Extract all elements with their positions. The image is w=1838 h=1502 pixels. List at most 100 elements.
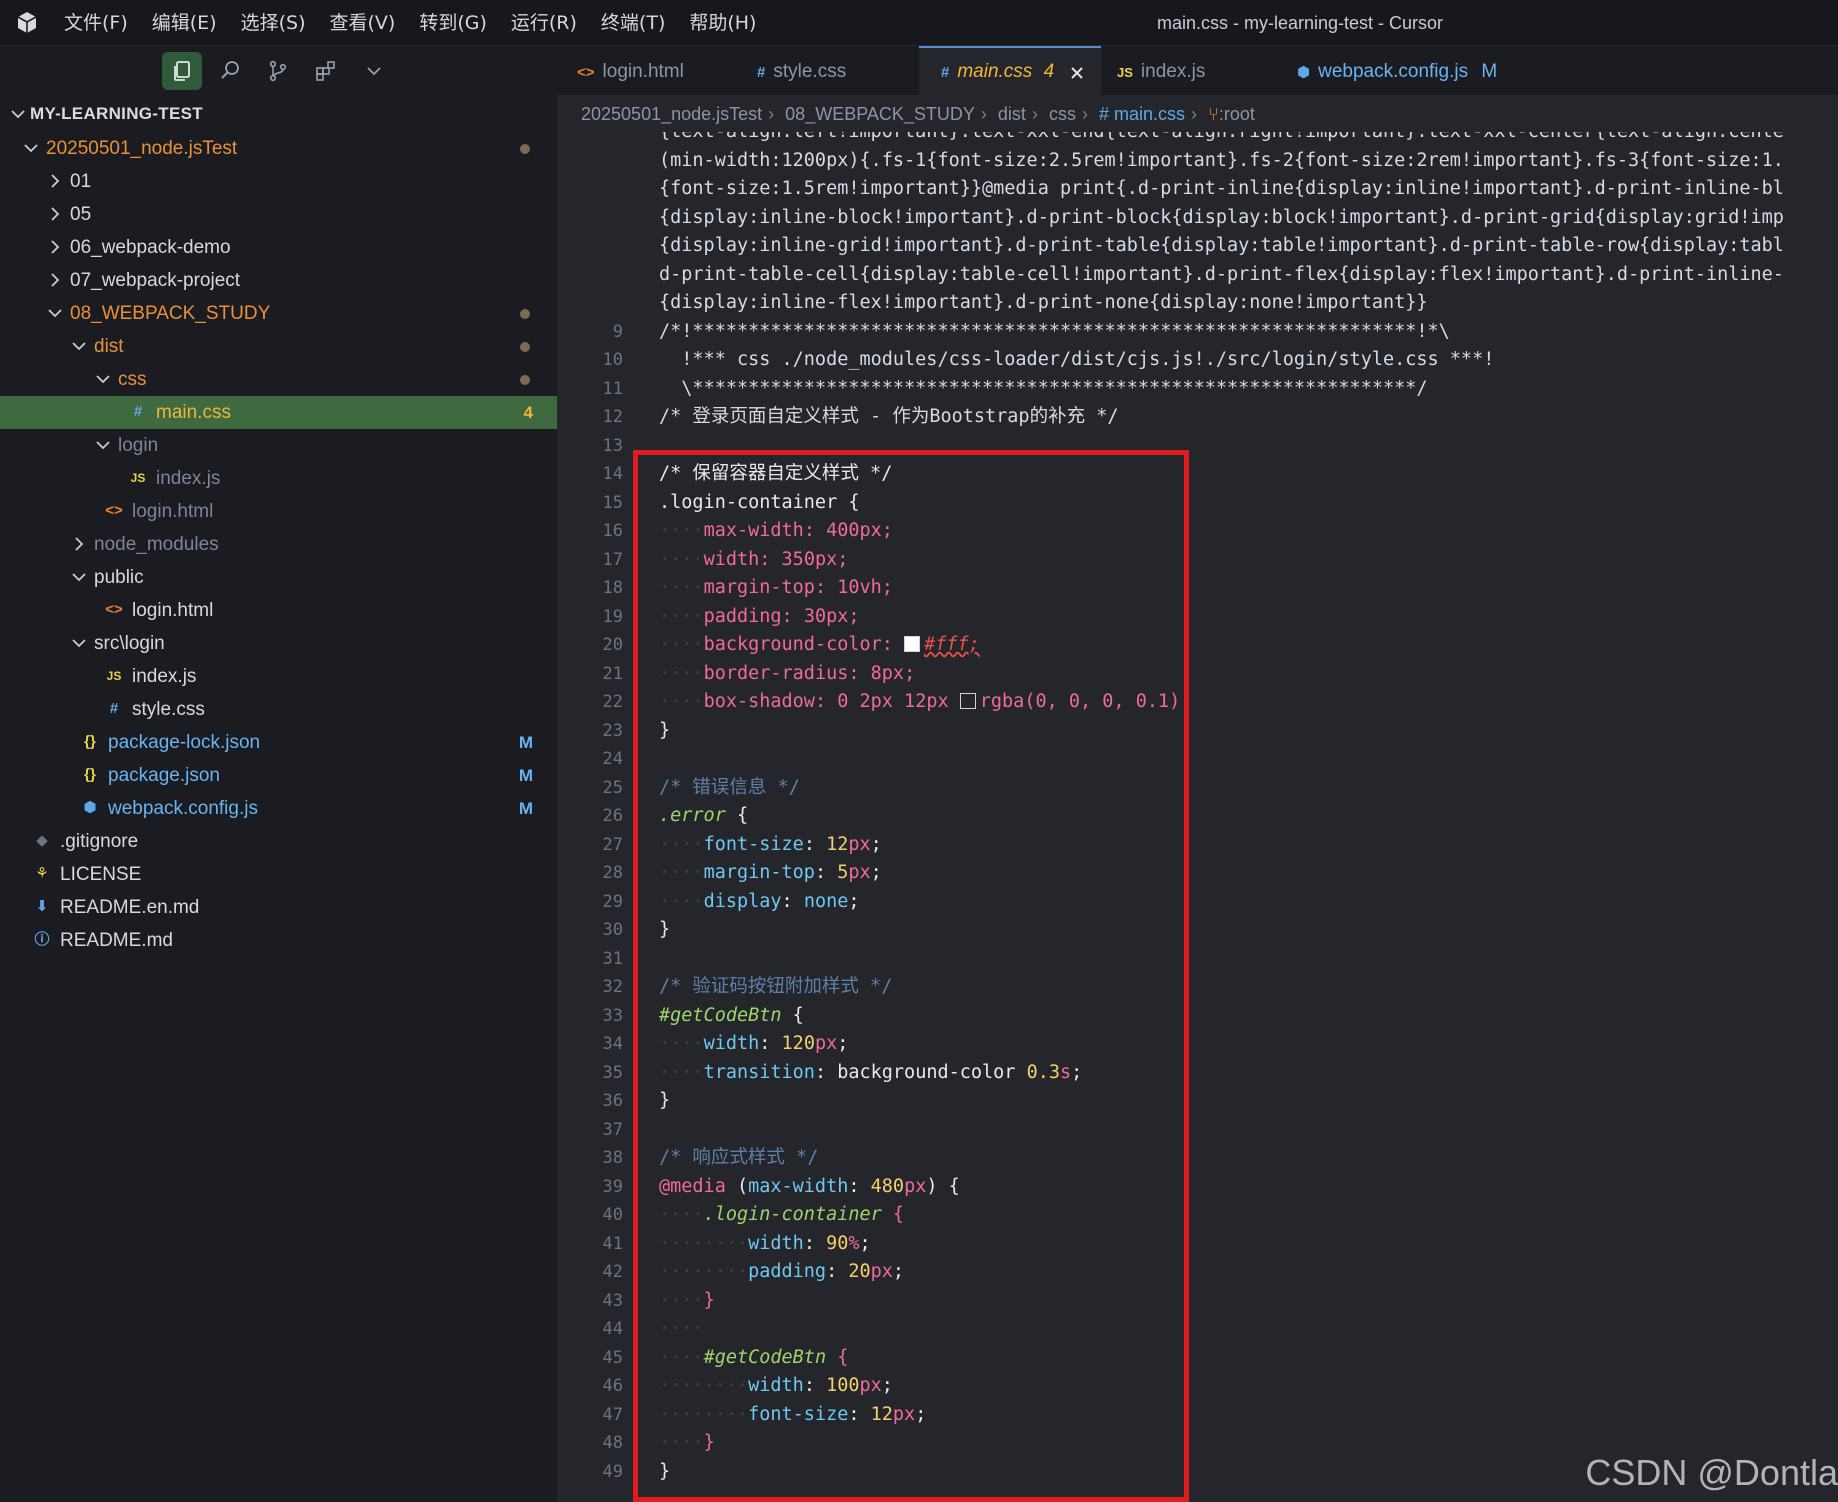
explorer-button[interactable] (162, 52, 202, 90)
modified-dot (520, 144, 530, 154)
tree-item-label: login.html (132, 600, 214, 621)
code-line-23: } (659, 719, 671, 741)
tab-index-js[interactable]: JS index.js (1117, 46, 1247, 96)
tree-item[interactable]: 07_webpack-project (0, 264, 557, 297)
line-number: 32 (602, 977, 623, 997)
menu-run[interactable]: 运行(R) (511, 0, 577, 46)
tree-item[interactable]: node_modules (0, 528, 557, 561)
tree-item[interactable]: ⓘ README.md (0, 924, 557, 957)
tree-item[interactable]: {} package.json M (0, 759, 557, 792)
code-line-11: \***************************************… (659, 377, 1428, 399)
tree-item[interactable]: {} package-lock.json M (0, 726, 557, 759)
tree-item[interactable]: # main.css 4 (0, 396, 557, 429)
line-number: 23 (602, 720, 623, 741)
tab-login-html[interactable]: <> login.html (577, 46, 732, 96)
code-line-27: ····font-size: 12px; (659, 833, 882, 855)
breadcrumb-item[interactable]: css (1049, 104, 1076, 124)
explorer-header[interactable]: MY-LEARNING-TEST (0, 96, 557, 132)
modified-badge: M (518, 799, 533, 818)
extensions-button[interactable] (306, 52, 346, 90)
line-number: 20 (602, 635, 623, 655)
tree-item[interactable]: dist (0, 330, 557, 363)
breadcrumb-item[interactable]: 08_WEBPACK_STUDY (785, 104, 975, 124)
menu-terminal[interactable]: 终端(T) (601, 0, 665, 46)
json-file-icon: {} (84, 766, 96, 783)
code-editor[interactable]: 9 10 11 12 13 14 15 16 17 18 19 20 21 22 23 24 25 26 27 28 2… (557, 132, 1838, 1502)
line-number: 48 (602, 1433, 623, 1453)
breadcrumb-item[interactable]: 20250501_node.jsTest (581, 104, 762, 124)
menu-help[interactable]: 帮助(H) (689, 0, 756, 46)
menu-edit[interactable]: 编辑(E) (152, 0, 217, 46)
chevron-right-icon (51, 174, 60, 188)
tree-item[interactable]: 05 (0, 198, 557, 231)
line-number: 47 (602, 1404, 623, 1425)
tab-main-css[interactable]: # main.css 4 (919, 46, 1101, 96)
window-title: main.css - my-learning-test - Cursor (1156, 13, 1444, 33)
chevron-down-icon (72, 573, 86, 582)
tree-item[interactable]: css (0, 363, 557, 396)
code-line-49: } (659, 1460, 671, 1482)
tree-item-label: webpack.config.js (108, 798, 258, 819)
tab-label: index.js (1140, 61, 1206, 82)
source-control-button[interactable] (258, 52, 298, 90)
modified-dot (520, 342, 530, 352)
watermark: CSDN @Dontla (1585, 1452, 1838, 1493)
js-file-icon: JS (130, 471, 146, 485)
menu-go[interactable]: 转到(G) (419, 0, 487, 46)
tree-item[interactable]: JS index.js (0, 660, 557, 693)
tree-item-label: .gitignore (60, 831, 139, 852)
code-line-18: ····margin-top: 10vh; (659, 577, 893, 598)
tree-item[interactable]: public (0, 561, 557, 594)
chevron-right-icon: › (768, 104, 775, 124)
tree-item[interactable]: 08_WEBPACK_STUDY (0, 297, 557, 330)
info-icon: ⓘ (34, 931, 50, 948)
line-number-gutter: 9 10 11 12 13 14 15 16 17 18 19 20 21 22 23 24 25 26 27 28 2… (557, 132, 637, 1502)
tree-item[interactable]: login (0, 429, 557, 462)
tree-item[interactable]: 01 (0, 165, 557, 198)
tree-item[interactable]: src\login (0, 627, 557, 660)
code-line-35: ····transition: background-color 0.3s; (659, 1061, 1083, 1083)
code-line-15: .login-container { (659, 491, 860, 513)
search-button[interactable] (210, 52, 250, 90)
chevron-right-icon: › (1191, 104, 1197, 124)
line-number: 15 (602, 492, 623, 513)
webpack-cube-icon: ⬢ (83, 799, 97, 816)
js-file-icon: JS (1117, 65, 1133, 80)
code-line-36: } (659, 1090, 671, 1111)
line-number: 39 (602, 1176, 623, 1197)
tree-item[interactable]: <> login.html (0, 495, 557, 528)
tree-item-label: index.js (132, 666, 197, 687)
color-swatch[interactable] (904, 636, 921, 652)
tree-item[interactable]: ⚘ LICENSE (0, 858, 557, 891)
breadcrumb-item[interactable]: dist (998, 104, 1026, 124)
tree-item[interactable]: ◆ .gitignore (0, 825, 557, 858)
tab-webpack-config[interactable]: ⬢ webpack.config.js M (1297, 46, 1537, 96)
breadcrumb-item[interactable]: # main.css (1099, 104, 1185, 124)
chevron-down-icon (96, 441, 110, 450)
line-number: 19 (602, 606, 623, 627)
tree-item[interactable]: <> login.html (0, 594, 557, 627)
chevron-down-icon (24, 144, 38, 153)
code-line-30: } (659, 919, 671, 940)
color-swatch[interactable] (959, 693, 976, 709)
tree-item[interactable]: # style.css (0, 693, 557, 726)
more-views-button[interactable] (354, 52, 394, 90)
close-icon[interactable] (1069, 65, 1085, 81)
modified-badge: M (518, 733, 533, 752)
tree-item[interactable]: ⬇ README.en.md (0, 891, 557, 924)
tree-item[interactable]: ⬢ webpack.config.js M (0, 792, 557, 825)
tree-item-label: src\login (94, 633, 165, 654)
tab-style-css[interactable]: # style.css (757, 46, 907, 96)
tree-item-label: dist (94, 336, 124, 357)
menu-view[interactable]: 查看(V) (330, 0, 396, 46)
menu-selection[interactable]: 选择(S) (241, 0, 306, 46)
tree-item[interactable]: 20250501_node.jsTest (0, 132, 557, 165)
code-line-44: ···· (659, 1318, 704, 1339)
breadcrumb-item[interactable]: :root (1219, 104, 1255, 124)
tree-item-label: 01 (70, 171, 92, 192)
chevron-right-icon (51, 273, 60, 287)
tree-item[interactable]: 06_webpack-demo (0, 231, 557, 264)
code-line-12: /* 登录页面自定义样式 - 作为Bootstrap的补充 */ (659, 406, 1119, 427)
menu-file[interactable]: 文件(F) (64, 0, 128, 46)
tree-item[interactable]: JS index.js (0, 462, 557, 495)
